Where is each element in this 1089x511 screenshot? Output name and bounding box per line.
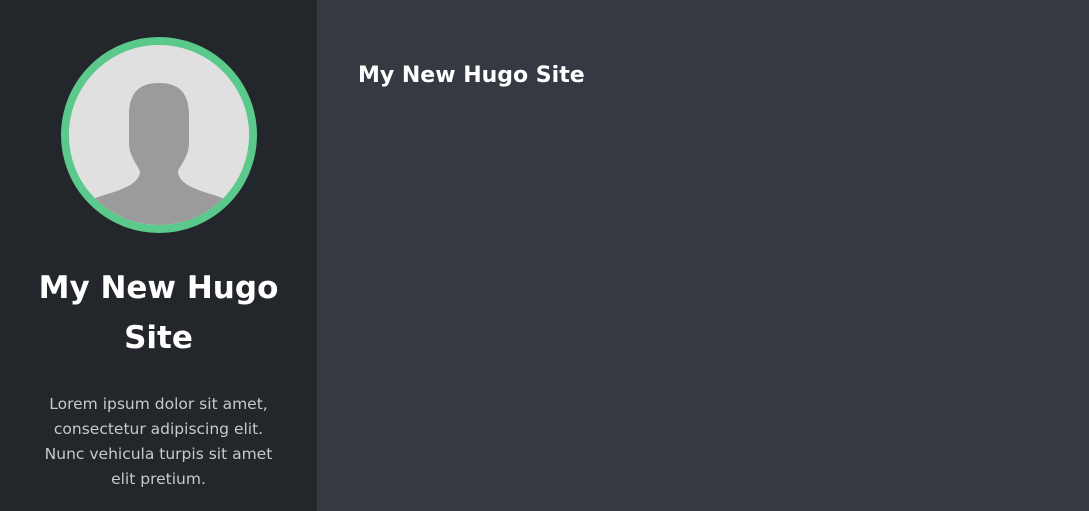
site-description: Lorem ipsum dolor sit amet, consectetur … xyxy=(44,395,273,488)
page-title: My New Hugo Site xyxy=(358,63,585,88)
avatar[interactable] xyxy=(60,37,257,233)
page-layout: My New Hugo Site Lorem ipsum dolor sit a… xyxy=(0,0,1089,511)
sidebar: My New Hugo Site Lorem ipsum dolor sit a… xyxy=(0,0,317,511)
main-content: My New Hugo Site xyxy=(317,0,1089,511)
user-silhouette-icon xyxy=(68,45,249,225)
site-title[interactable]: My New Hugo Site xyxy=(20,263,297,363)
